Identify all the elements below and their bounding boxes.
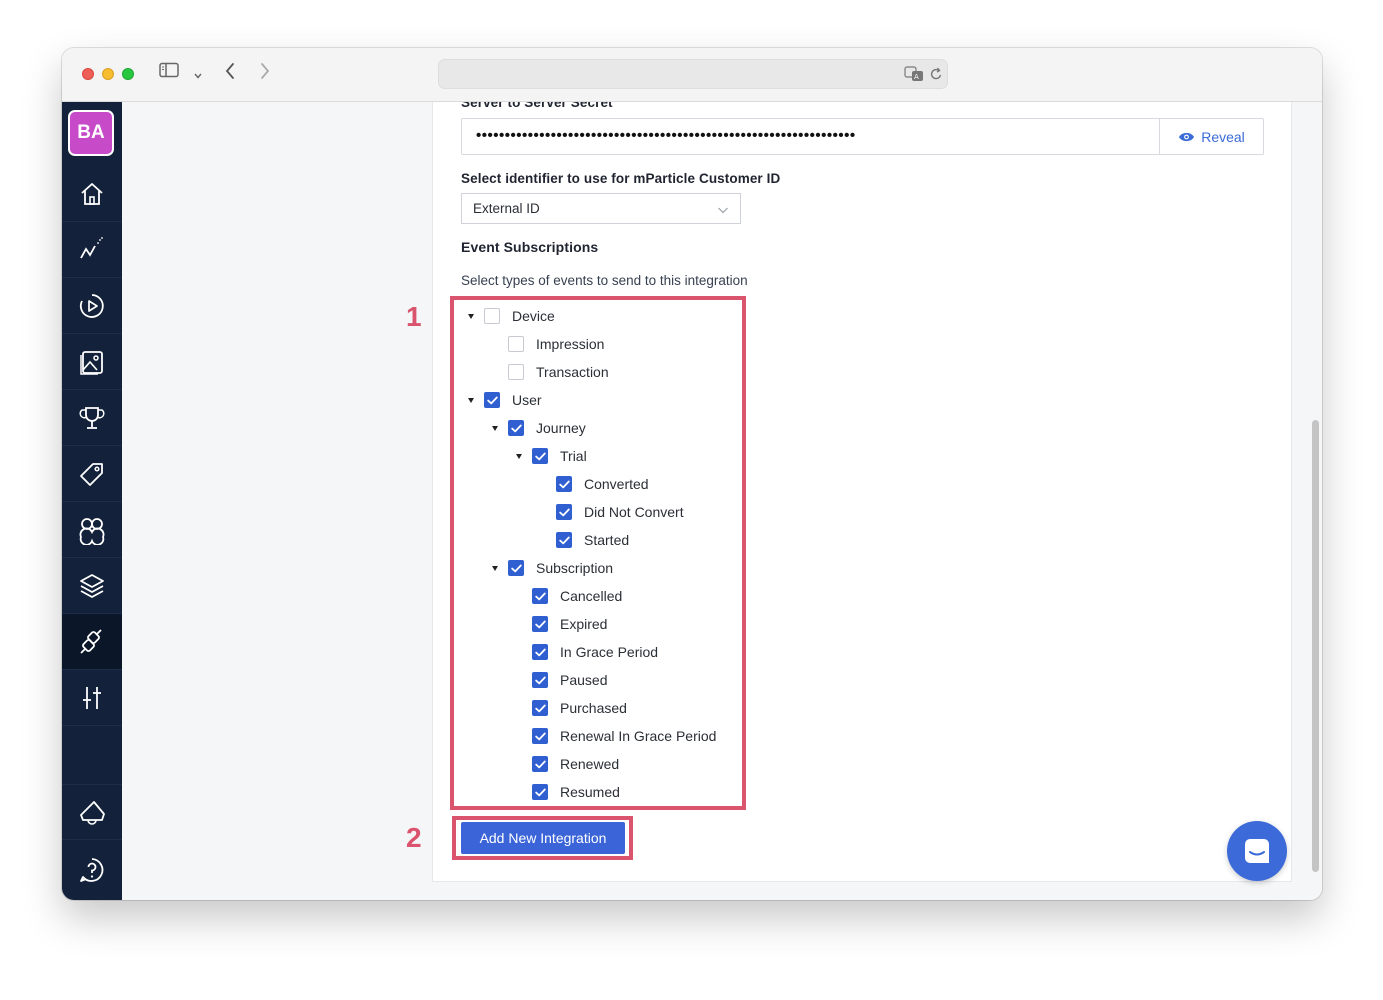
- sidebar-item-home[interactable]: [62, 166, 122, 222]
- main-content: [122, 102, 1322, 900]
- sidebar-toggle-icon[interactable]: [159, 62, 179, 83]
- sidebar-item-experiments[interactable]: [62, 278, 122, 334]
- sidebar-item-customers[interactable]: [62, 502, 122, 558]
- megaphone-icon: [80, 801, 105, 825]
- app-sidebar: BA: [62, 102, 122, 900]
- layers-icon: [80, 573, 104, 598]
- sidebar-item-announcements[interactable]: [62, 784, 122, 840]
- translate-icon[interactable]: A: [904, 66, 924, 87]
- svg-text:A: A: [914, 73, 919, 81]
- close-window-button[interactable]: [82, 68, 94, 80]
- sidebar-item-paywalls[interactable]: [62, 334, 122, 390]
- chart-line-icon: [80, 236, 103, 258]
- title-bar: A: [62, 48, 1322, 102]
- sidebar-item-charts[interactable]: [62, 222, 122, 278]
- play-cycle-icon: [79, 293, 104, 318]
- sliders-icon: [83, 686, 101, 709]
- address-bar[interactable]: A: [438, 59, 948, 89]
- sidebar-item-achievements[interactable]: [62, 390, 122, 446]
- users-icon: [79, 517, 105, 545]
- home-icon: [81, 182, 103, 205]
- sidebar-item-layers[interactable]: [62, 558, 122, 614]
- zoom-window-button[interactable]: [122, 68, 134, 80]
- chevron-right-icon[interactable]: [259, 62, 271, 85]
- price-tag-icon: [80, 462, 103, 486]
- help-icon: [80, 858, 104, 882]
- chevron-down-icon[interactable]: [193, 67, 203, 85]
- image-gallery-icon: [80, 350, 103, 375]
- sidebar-item-products[interactable]: [62, 446, 122, 502]
- reload-icon[interactable]: [929, 66, 943, 87]
- sidebar-item-integrations[interactable]: [62, 614, 122, 670]
- sidebar-item-help[interactable]: [62, 842, 122, 898]
- browser-window: A BA: [62, 48, 1322, 900]
- trophy-icon: [79, 406, 105, 429]
- chevron-left-icon[interactable]: [224, 62, 236, 85]
- plug-icon: [80, 628, 102, 654]
- minimize-window-button[interactable]: [102, 68, 114, 80]
- sidebar-item-settings[interactable]: [62, 670, 122, 726]
- integration-form-panel: [432, 102, 1292, 882]
- avatar[interactable]: BA: [68, 110, 114, 156]
